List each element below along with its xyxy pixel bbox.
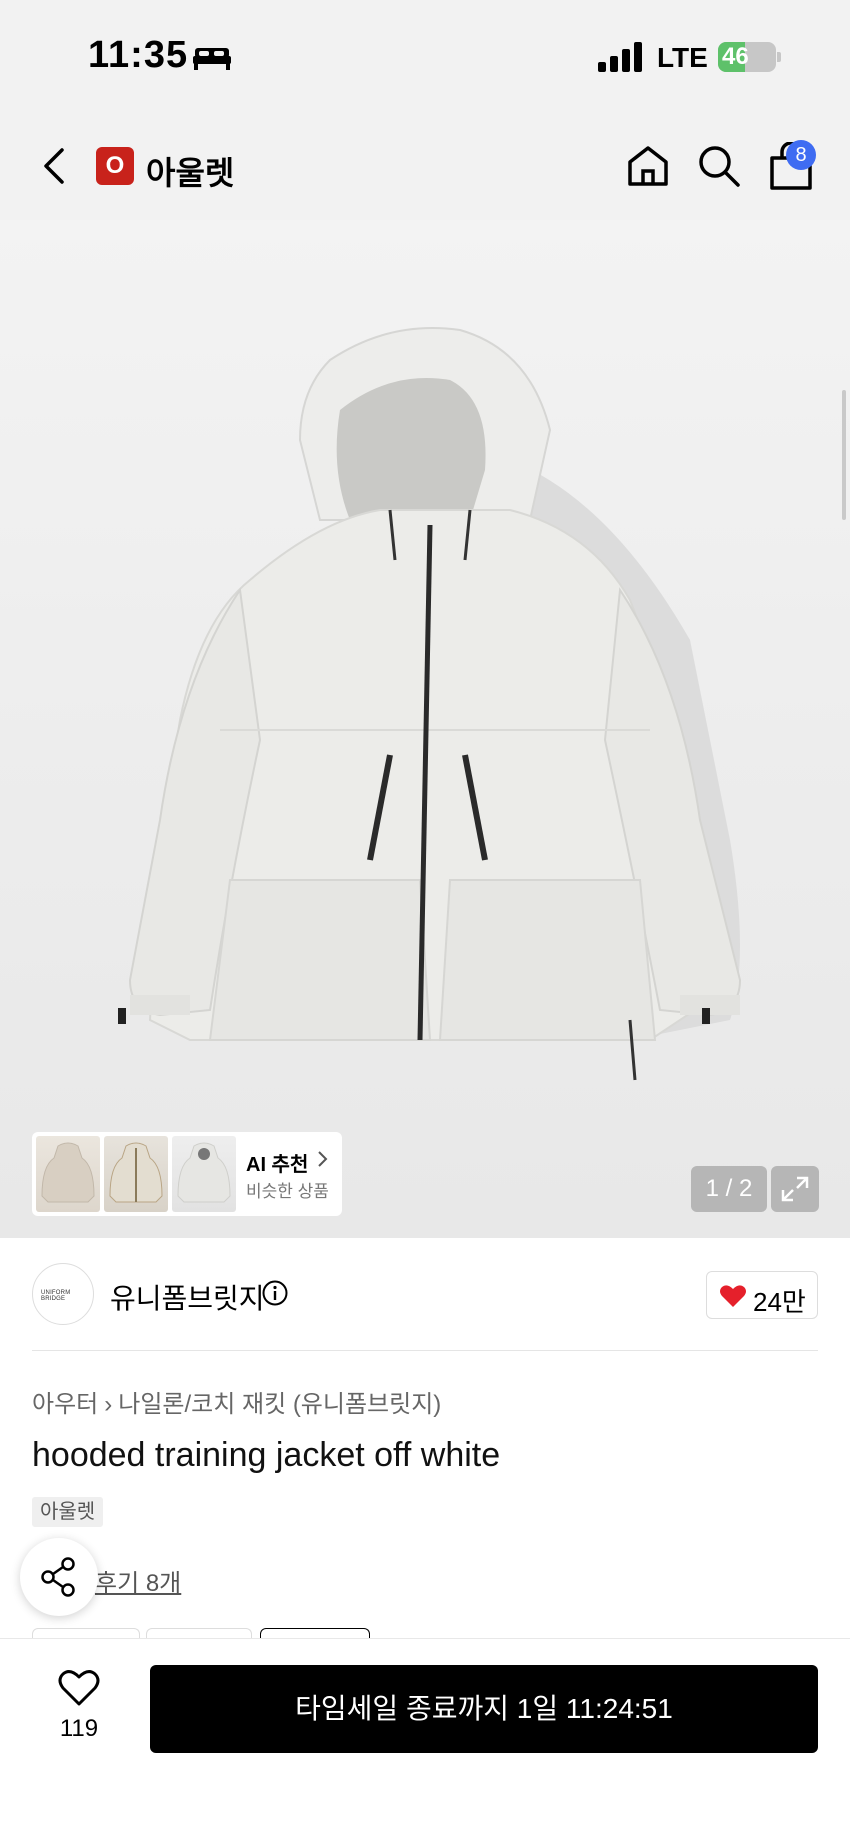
status-bar: 11:35 LTE 46 — [0, 0, 850, 110]
share-button[interactable] — [20, 1538, 98, 1616]
outlet-tag: 아울렛 — [32, 1497, 104, 1527]
status-time: 11:35 — [88, 34, 189, 76]
breadcrumb-item[interactable]: 나일론/코치 재킷 (유니폼브릿지) — [118, 1391, 441, 1418]
breadcrumb: 아우터 › 나일론/코치 재킷 (유니폼브릿지) — [32, 1384, 441, 1419]
battery-text: 46 — [722, 43, 749, 70]
expand-image-button[interactable] — [771, 1166, 819, 1212]
brand-row[interactable]: UNIFORM BRIDGE 유니폼브릿지 24만 — [0, 1238, 850, 1353]
jacket-thumb-icon — [41, 1142, 95, 1203]
brand-avatar-text: UNIFORM BRIDGE — [41, 1290, 71, 1302]
brand-like-button[interactable]: 24만 — [706, 1271, 818, 1319]
wishlist-count: 119 — [59, 1715, 99, 1742]
scrollbar[interactable] — [842, 390, 846, 520]
brand-avatar[interactable]: UNIFORM BRIDGE — [32, 1263, 94, 1325]
thumbnail-3[interactable] — [172, 1136, 236, 1212]
product-image-gallery[interactable]: AI 추천 비슷한 상품 1 / 2 — [0, 220, 850, 1238]
outlet-logo[interactable]: O — [96, 147, 134, 185]
network-label: LTE — [657, 42, 708, 73]
thumbnail-2[interactable] — [104, 1136, 168, 1212]
expand-icon — [781, 1176, 809, 1202]
reviews-link[interactable]: 후기 8개 — [95, 1563, 181, 1598]
divider — [32, 1350, 818, 1351]
home-icon[interactable] — [626, 144, 670, 188]
jacket-image — [118, 327, 742, 1081]
battery-tip — [777, 52, 781, 62]
heart-filled-icon — [720, 1285, 746, 1307]
info-icon[interactable] — [262, 1280, 288, 1306]
ai-recommend-strip[interactable]: AI 추천 비슷한 상품 — [32, 1132, 342, 1216]
top-nav: O 아울렛 — [0, 110, 850, 220]
breadcrumb-item[interactable]: 아우터 — [32, 1391, 98, 1418]
jacket-thumb-icon — [109, 1142, 163, 1203]
timesale-button[interactable]: 타임세일 종료까지 1일 11:24:51 — [150, 1665, 818, 1753]
bottom-bar: 119 타임세일 종료까지 1일 11:24:51 — [0, 1638, 850, 1842]
jacket-thumb-icon — [177, 1142, 231, 1203]
battery-icon: 46 — [718, 42, 776, 72]
share-icon — [41, 1557, 75, 1597]
thumbnail-1[interactable] — [36, 1136, 100, 1212]
brand-like-count: 24만 — [753, 1287, 806, 1317]
signal-icon — [598, 42, 642, 72]
heart-outline-icon[interactable] — [58, 1669, 100, 1707]
chevron-right-icon: › — [104, 1391, 113, 1418]
ai-recommend-subtitle: 비슷한 상품 — [246, 1182, 329, 1201]
back-icon[interactable] — [38, 146, 74, 186]
brand-name[interactable]: 유니폼브릿지 — [110, 1277, 265, 1317]
chevron-right-icon — [318, 1151, 328, 1167]
image-page-counter: 1 / 2 — [691, 1166, 767, 1212]
product-title: hooded training jacket off white — [32, 1436, 501, 1474]
bed-icon — [193, 48, 231, 70]
cart-count-badge: 8 — [786, 140, 816, 170]
ai-recommend-title: AI 추천 — [246, 1154, 309, 1176]
page-title[interactable]: 아울렛 — [146, 148, 234, 194]
search-icon[interactable] — [697, 144, 741, 188]
